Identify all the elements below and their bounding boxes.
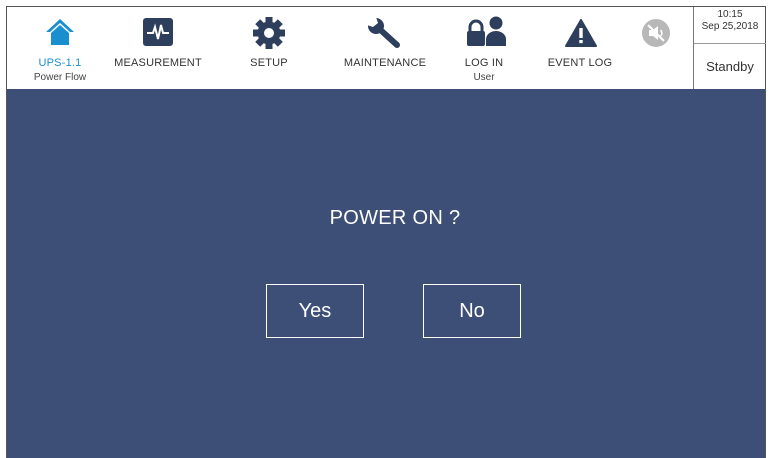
dialog-area: POWER ON ? Yes No xyxy=(7,89,765,458)
lock-user-icon xyxy=(466,15,506,54)
power-on-prompt: POWER ON ? xyxy=(329,207,461,229)
nav-maintenance-label: MAINTENANCE xyxy=(343,57,427,69)
datetime-display: 10:15 Sep 25,2018 xyxy=(694,9,766,33)
date-text: Sep 25,2018 xyxy=(701,21,759,32)
nav-item-login[interactable]: LOG IN User xyxy=(456,7,512,89)
nav-home-label: UPS-1.1 xyxy=(38,57,82,69)
nav-eventlog-label: EVENT LOG xyxy=(547,57,613,69)
nav-login-sublabel: User xyxy=(473,72,495,83)
status-divider xyxy=(694,43,766,44)
nav-item-maintenance[interactable]: MAINTENANCE xyxy=(337,7,433,89)
nav-item-home[interactable]: UPS-1.1 Power Flow xyxy=(25,7,95,89)
nav-login-label: LOG IN xyxy=(464,57,504,69)
time-text: 10:15 xyxy=(717,9,743,20)
mute-button[interactable] xyxy=(637,7,677,55)
yes-button[interactable]: Yes xyxy=(266,284,364,338)
nav-item-eventlog[interactable]: EVENT LOG xyxy=(543,7,617,89)
nav-measurement-label: MEASUREMENT xyxy=(114,57,202,69)
nav-item-measurement[interactable]: MEASUREMENT xyxy=(107,7,209,89)
warning-icon xyxy=(565,19,597,52)
home-icon xyxy=(44,17,76,52)
no-button-label: No xyxy=(459,299,485,322)
top-navigation-bar: UPS-1.1 Power Flow MEASUREMENT SETUP MAI… xyxy=(7,7,765,89)
ups-mode-status: Standby xyxy=(706,59,754,74)
wrench-icon xyxy=(367,17,403,56)
gear-icon xyxy=(252,17,286,54)
no-button[interactable]: No xyxy=(423,284,521,338)
nav-setup-label: SETUP xyxy=(250,57,288,69)
yes-button-label: Yes xyxy=(298,299,332,322)
nav-item-setup[interactable]: SETUP xyxy=(239,7,299,89)
nav-home-sublabel: Power Flow xyxy=(33,72,87,83)
waveform-icon xyxy=(142,17,174,52)
speaker-mute-icon xyxy=(641,18,671,53)
status-panel: 10:15 Sep 25,2018 Standby xyxy=(693,7,766,89)
